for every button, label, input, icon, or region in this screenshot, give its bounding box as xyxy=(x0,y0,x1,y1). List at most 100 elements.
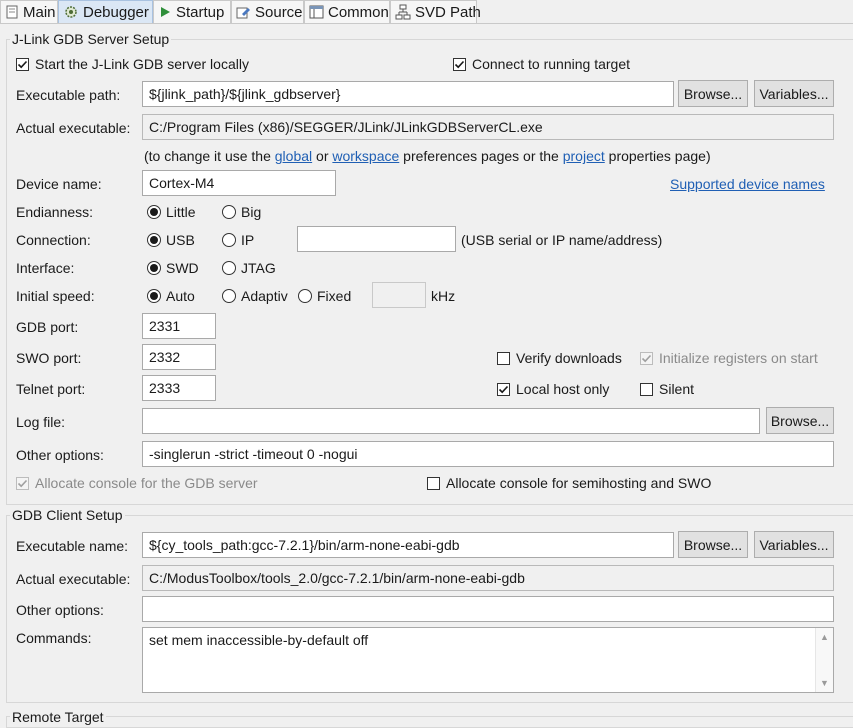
checkbox-box xyxy=(16,57,29,71)
project-link[interactable]: project xyxy=(563,148,605,164)
check-icon xyxy=(17,479,28,487)
tab-debugger[interactable]: Debugger xyxy=(58,0,153,23)
radio-circle xyxy=(222,205,236,219)
log-file-label: Log file: xyxy=(16,414,66,430)
exec-name-browse-button[interactable]: Browse... xyxy=(678,531,748,558)
jlink-group-frame xyxy=(6,39,853,505)
conn-usb-radio[interactable]: USB xyxy=(147,232,195,248)
client-other-options-label: Other options: xyxy=(16,602,104,618)
iface-jtag-label: JTAG xyxy=(241,260,276,276)
radio-circle xyxy=(222,233,236,247)
endian-little-radio[interactable]: Little xyxy=(147,204,196,220)
init-registers-checkbox[interactable]: Initialize registers on start xyxy=(640,350,818,366)
speed-adaptive-label: Adaptiv xyxy=(241,288,288,304)
telnet-port-label: Telnet port: xyxy=(16,381,86,397)
radio-dot xyxy=(150,236,158,244)
speed-adaptive-radio[interactable]: Adaptiv xyxy=(222,288,294,304)
endian-big-radio[interactable]: Big xyxy=(222,204,261,220)
endian-little-label: Little xyxy=(166,204,196,220)
tab-startup[interactable]: Startup xyxy=(153,0,231,23)
svd-icon xyxy=(395,4,411,20)
conn-ip-radio[interactable]: IP xyxy=(222,232,254,248)
tab-common-label: Common xyxy=(328,3,389,21)
exec-path-variables-button[interactable]: Variables... xyxy=(754,80,834,107)
device-name-input[interactable]: Cortex-M4 xyxy=(142,170,336,196)
gdb-port-input[interactable]: 2331 xyxy=(142,313,216,339)
tab-startup-label: Startup xyxy=(176,3,225,21)
other-options-input[interactable]: -singlerun -strict -timeout 0 -nogui xyxy=(142,441,834,467)
scroll-down-icon[interactable]: ▼ xyxy=(820,678,829,688)
speed-fixed-radio[interactable]: Fixed xyxy=(298,288,351,304)
verify-downloads-checkbox[interactable]: Verify downloads xyxy=(497,350,622,366)
connection-address-input[interactable] xyxy=(297,226,456,252)
source-icon xyxy=(236,7,250,18)
verify-downloads-label: Verify downloads xyxy=(516,350,622,366)
tab-main[interactable]: Main xyxy=(0,0,58,23)
hint-prefix: (to change it use the xyxy=(144,148,275,164)
radio-dot xyxy=(150,292,158,300)
tab-debugger-label: Debugger xyxy=(83,3,149,21)
other-options-label: Other options: xyxy=(16,447,104,463)
client-other-options-input[interactable] xyxy=(142,596,834,622)
speed-fixed-label: Fixed xyxy=(317,288,352,304)
init-registers-label: Initialize registers on start xyxy=(659,350,818,366)
tab-common[interactable]: Common xyxy=(304,0,390,23)
exec-path-label: Executable path: xyxy=(16,87,121,103)
check-icon xyxy=(17,60,28,68)
checkbox-box xyxy=(453,57,466,71)
local-host-only-checkbox[interactable]: Local host only xyxy=(497,381,609,397)
exec-name-label: Executable name: xyxy=(16,538,129,554)
play-icon xyxy=(161,7,170,17)
client-actual-exec-field: C:/ModusToolbox/tools_2.0/gcc-7.2.1/bin/… xyxy=(142,565,834,591)
alloc-console-gdb-checkbox[interactable]: Allocate console for the GDB server xyxy=(16,475,258,491)
swo-port-input[interactable]: 2332 xyxy=(142,344,216,370)
commands-scrollbar[interactable]: ▲ ▼ xyxy=(815,628,833,692)
radio-circle xyxy=(147,233,161,247)
iface-swd-label: SWD xyxy=(166,260,199,276)
commands-text: set mem inaccessible-by-default off xyxy=(149,632,369,648)
radio-circle xyxy=(147,289,161,303)
alloc-console-semi-checkbox[interactable]: Allocate console for semihosting and SWO xyxy=(427,475,711,491)
remote-group-title: Remote Target xyxy=(10,709,106,725)
scroll-up-icon[interactable]: ▲ xyxy=(820,632,829,642)
check-icon xyxy=(454,60,465,68)
checkbox-box xyxy=(427,476,440,490)
supported-devices-link[interactable]: Supported device names xyxy=(670,176,825,192)
exec-name-input[interactable]: ${cy_tools_path:gcc-7.2.1}/bin/arm-none-… xyxy=(142,532,674,558)
iface-swd-radio[interactable]: SWD xyxy=(147,260,199,276)
radio-circle xyxy=(147,261,161,275)
checkbox-box xyxy=(640,382,653,396)
tab-source[interactable]: Source xyxy=(231,0,304,23)
tab-svd-path[interactable]: SVD Path xyxy=(390,0,481,23)
telnet-port-input[interactable]: 2333 xyxy=(142,375,216,401)
endian-big-label: Big xyxy=(241,204,262,220)
silent-label: Silent xyxy=(659,381,695,397)
workspace-link[interactable]: workspace xyxy=(332,148,399,164)
tab-svd-path-label: SVD Path xyxy=(415,3,481,21)
iface-jtag-radio[interactable]: JTAG xyxy=(222,260,276,276)
hint-mid: preferences pages or the xyxy=(399,148,563,164)
change-hint: (to change it use the global or workspac… xyxy=(144,148,711,164)
speed-auto-radio[interactable]: Auto xyxy=(147,288,195,304)
log-file-browse-button[interactable]: Browse... xyxy=(766,407,834,434)
start-locally-checkbox[interactable]: Start the J-Link GDB server locally xyxy=(16,56,249,72)
actual-exec-label: Actual executable: xyxy=(16,120,131,136)
speed-fixed-input[interactable] xyxy=(372,282,426,308)
exec-name-variables-button[interactable]: Variables... xyxy=(754,531,834,558)
alloc-console-semi-label: Allocate console for semihosting and SWO xyxy=(446,475,712,491)
connect-running-checkbox[interactable]: Connect to running target xyxy=(453,56,630,72)
commands-textarea[interactable]: set mem inaccessible-by-default off ▲ ▼ xyxy=(142,627,834,693)
conn-ip-label: IP xyxy=(241,232,255,248)
local-host-only-label: Local host only xyxy=(516,381,610,397)
tab-main-label: Main xyxy=(23,3,56,21)
radio-circle xyxy=(298,289,312,303)
silent-checkbox[interactable]: Silent xyxy=(640,381,694,397)
global-link[interactable]: global xyxy=(275,148,312,164)
start-locally-label: Start the J-Link GDB server locally xyxy=(35,56,249,72)
gdb-port-label: GDB port: xyxy=(16,319,79,335)
check-icon xyxy=(498,385,509,393)
exec-path-input[interactable]: ${jlink_path}/${jlink_gdbserver} xyxy=(142,81,674,107)
log-file-input[interactable] xyxy=(142,408,760,434)
checkbox-box xyxy=(640,351,653,365)
exec-path-browse-button[interactable]: Browse... xyxy=(678,80,748,107)
